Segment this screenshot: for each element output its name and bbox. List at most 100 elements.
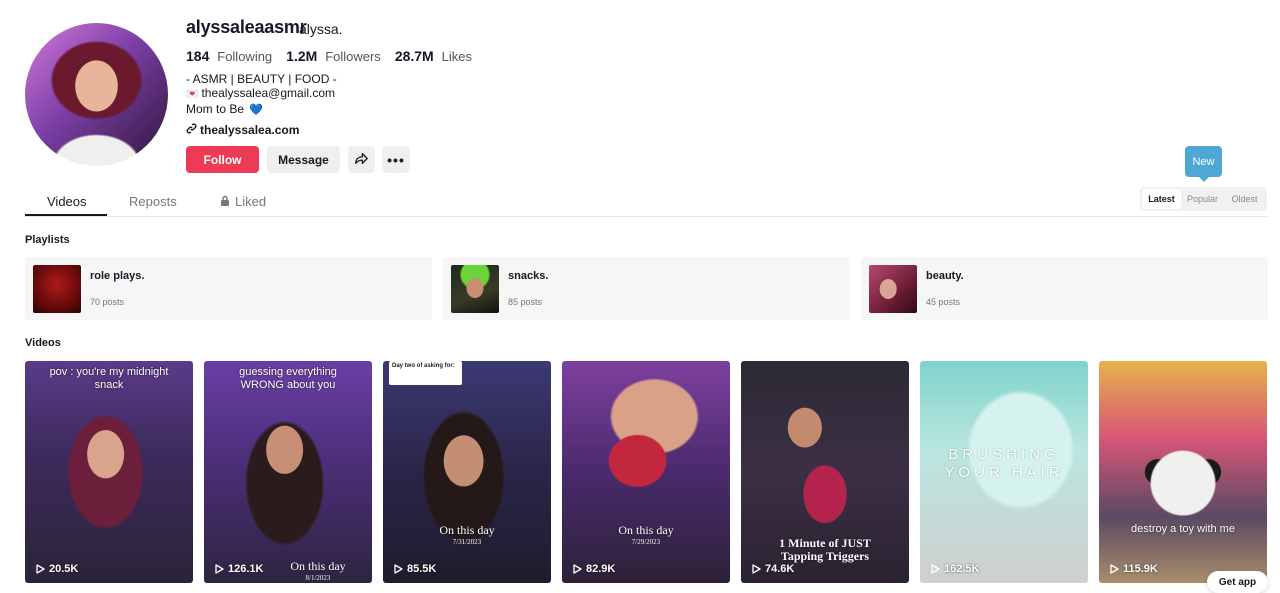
video-view-count: 74.6K xyxy=(765,563,795,575)
play-icon xyxy=(36,564,45,574)
play-icon xyxy=(752,564,761,574)
following-stat[interactable]: 184 Following xyxy=(186,48,272,64)
video-view-count: 162.5K xyxy=(944,563,980,575)
overlay-title: On this day xyxy=(439,523,495,537)
video-overlay: On this day 8/1/2023 xyxy=(264,559,372,582)
get-app-button[interactable]: Get app xyxy=(1207,571,1268,593)
video-view-count: 126.1K xyxy=(228,563,264,575)
playlist-thumbnail xyxy=(869,265,917,313)
playlist-thumbnail xyxy=(451,265,499,313)
sort-toggle: Latest Popular Oldest xyxy=(1140,187,1267,211)
playlist-count: 45 posts xyxy=(926,297,961,307)
overlay-title: On this day xyxy=(618,523,674,537)
followers-count: 1.2M xyxy=(286,48,318,64)
tab-liked[interactable]: Liked xyxy=(220,194,266,209)
playlists-heading: Playlists xyxy=(25,234,70,246)
video-views: 82.9K xyxy=(572,563,615,575)
video-caption: destroy a toy with me xyxy=(1131,523,1235,535)
profile-username: alyssaleaasmr xyxy=(186,17,307,37)
videos-heading: Videos xyxy=(25,337,61,349)
following-count: 184 xyxy=(186,48,210,64)
video-view-count: 20.5K xyxy=(49,563,79,575)
profile-link-text: thealyssalea.com xyxy=(200,123,300,137)
tab-liked-label: Liked xyxy=(235,194,267,209)
profile-bio: - ASMR | BEAUTY | FOOD - 💌 thealyssalea@g… xyxy=(186,72,337,117)
video-card[interactable]: destroy a toy with me 115.9K xyxy=(1099,361,1267,583)
sticker-text: Day two of asking for: xyxy=(392,363,455,369)
video-views: 20.5K xyxy=(35,563,78,575)
video-views: 74.6K xyxy=(751,563,794,575)
video-caption: pov : you're my midnight snack xyxy=(49,366,169,391)
playlist-thumbnail xyxy=(33,265,81,313)
playlist-name: snacks. xyxy=(508,270,549,282)
sort-popular[interactable]: Popular xyxy=(1181,189,1224,209)
lock-icon xyxy=(220,194,230,209)
blue-heart-icon: 💙 xyxy=(249,104,264,116)
profile-nickname: alyssa. xyxy=(299,21,343,37)
play-icon xyxy=(1110,564,1119,574)
likes-stat: 28.7M Likes xyxy=(395,48,472,64)
video-views: 126.1K xyxy=(214,563,263,575)
video-card[interactable]: guessing everything WRONG about you On t… xyxy=(204,361,372,583)
playlist-card[interactable]: beauty. 45 posts xyxy=(861,257,1268,320)
overlay-date: 7/29/2023 xyxy=(631,538,661,546)
bio-line-1: - ASMR | BEAUTY | FOOD - xyxy=(186,72,337,86)
video-card[interactable]: 1 Minute of JUST Tapping Triggers 74.6K xyxy=(741,361,909,583)
tab-videos[interactable]: Videos xyxy=(47,194,87,209)
bio-line-2: 💌 thealyssalea@gmail.com xyxy=(186,86,337,102)
video-view-count: 82.9K xyxy=(586,563,616,575)
more-icon: ••• xyxy=(387,151,405,168)
video-caption: guessing everything WRONG about you xyxy=(239,366,337,391)
bio-email: thealyssalea@gmail.com xyxy=(201,86,336,100)
playlist-card[interactable]: snacks. 85 posts xyxy=(443,257,850,320)
video-views: 85.5K xyxy=(393,563,436,575)
video-card[interactable]: Day two of asking for: On this day 7/31/… xyxy=(383,361,551,583)
overlay-title: 1 Minute of JUST Tapping Triggers xyxy=(779,536,871,563)
playlist-name: beauty. xyxy=(926,270,964,282)
video-overlay: On this day 7/29/2023 xyxy=(562,523,730,546)
likes-label: Likes xyxy=(441,49,472,64)
playlist-name: role plays. xyxy=(90,270,145,282)
profile-stats: 184 Following 1.2M Followers 28.7M Likes xyxy=(186,48,472,64)
overlay-date: 8/1/2023 xyxy=(305,574,331,582)
sort-oldest[interactable]: Oldest xyxy=(1224,189,1265,209)
active-tab-indicator xyxy=(25,214,107,216)
video-view-count: 115.9K xyxy=(1123,563,1158,575)
profile-link[interactable]: thealyssalea.com xyxy=(186,123,299,137)
love-letter-icon: 💌 xyxy=(186,89,199,100)
new-tooltip: New xyxy=(1185,146,1222,182)
overlay-title: On this day xyxy=(290,559,346,573)
video-card[interactable]: BRUSHING YOUR HAIR 162.5K xyxy=(920,361,1088,583)
profile-avatar[interactable] xyxy=(25,23,168,166)
play-icon xyxy=(573,564,582,574)
share-button[interactable] xyxy=(348,146,375,173)
video-overlay: 1 Minute of JUST Tapping Triggers xyxy=(741,537,909,563)
bio-mom: Mom to Be xyxy=(186,102,245,116)
video-card[interactable]: On this day 7/29/2023 82.9K xyxy=(562,361,730,583)
video-view-count: 85.5K xyxy=(407,563,437,575)
follow-button[interactable]: Follow xyxy=(186,146,259,173)
sort-latest[interactable]: Latest xyxy=(1142,189,1181,209)
play-icon xyxy=(394,564,403,574)
playlist-count: 70 posts xyxy=(90,297,125,307)
video-views: 162.5K xyxy=(930,563,979,575)
more-button[interactable]: ••• xyxy=(382,146,410,173)
link-icon xyxy=(186,123,197,137)
followers-stat[interactable]: 1.2M Followers xyxy=(286,48,381,64)
following-label: Following xyxy=(217,49,273,64)
followers-label: Followers xyxy=(325,49,381,64)
video-card[interactable]: pov : you're my midnight snack 20.5K xyxy=(25,361,193,583)
overlay-date: 7/31/2023 xyxy=(452,538,482,546)
play-icon xyxy=(215,564,224,574)
video-overlay: On this day 7/31/2023 xyxy=(383,523,551,546)
likes-count: 28.7M xyxy=(394,48,434,64)
play-icon xyxy=(931,564,940,574)
bio-line-3: Mom to Be 💙 xyxy=(186,102,337,117)
tab-reposts[interactable]: Reposts xyxy=(129,194,177,209)
video-overlay: BRUSHING YOUR HAIR xyxy=(944,446,1064,481)
video-views: 115.9K xyxy=(1109,563,1158,575)
message-button[interactable]: Message xyxy=(267,146,340,173)
playlist-card[interactable]: role plays. 70 posts xyxy=(25,257,432,320)
profile-tabs: Videos Reposts Liked xyxy=(25,186,1268,217)
playlist-count: 85 posts xyxy=(508,297,543,307)
